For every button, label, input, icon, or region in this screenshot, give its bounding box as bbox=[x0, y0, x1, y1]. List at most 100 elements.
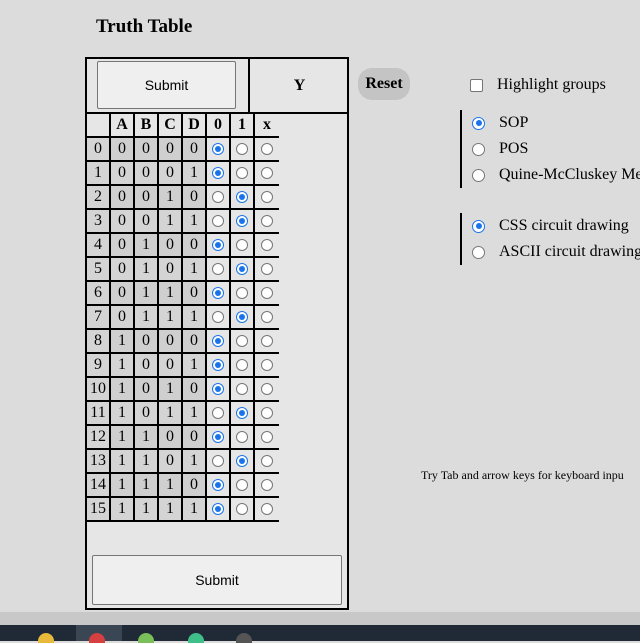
drawing-radio[interactable] bbox=[472, 245, 485, 259]
output-radio-0[interactable] bbox=[212, 407, 224, 420]
output-radio-x[interactable] bbox=[261, 191, 273, 204]
output-radio-x[interactable] bbox=[261, 335, 273, 348]
output-radio-0[interactable] bbox=[212, 359, 224, 372]
output-radio-0[interactable] bbox=[212, 287, 224, 300]
folder-icon[interactable] bbox=[38, 633, 54, 643]
output-radio-1[interactable] bbox=[236, 143, 248, 156]
method-radio[interactable] bbox=[472, 142, 485, 156]
output-radio-x[interactable] bbox=[261, 215, 273, 228]
output-radio-0[interactable] bbox=[212, 335, 224, 348]
output-radio-x[interactable] bbox=[261, 431, 273, 444]
row-index: 2 bbox=[87, 186, 111, 210]
output-radio-1[interactable] bbox=[236, 479, 248, 492]
os-taskbar bbox=[0, 625, 640, 643]
method-radio[interactable] bbox=[472, 168, 485, 182]
submit-button-top[interactable]: Submit bbox=[97, 61, 236, 109]
output-radio-x[interactable] bbox=[261, 143, 273, 156]
input-cell: 0 bbox=[183, 282, 207, 306]
output-radio-0[interactable] bbox=[212, 431, 224, 444]
reset-button[interactable]: Reset bbox=[358, 68, 410, 100]
highlight-groups-option[interactable]: Highlight groups bbox=[470, 76, 606, 94]
output-radio-0[interactable] bbox=[212, 503, 224, 516]
output-radio-1[interactable] bbox=[236, 431, 248, 444]
highlight-groups-label: Highlight groups bbox=[497, 76, 606, 93]
method-option-pos[interactable]: POS bbox=[472, 136, 640, 162]
output-radio-0[interactable] bbox=[212, 383, 224, 396]
output-radio-x[interactable] bbox=[261, 239, 273, 252]
input-cell: 0 bbox=[159, 426, 183, 450]
browser-icon[interactable] bbox=[89, 633, 105, 643]
output-radio-1[interactable] bbox=[236, 407, 248, 420]
output-radio-x[interactable] bbox=[261, 263, 273, 276]
output-radio-0[interactable] bbox=[212, 479, 224, 492]
output-radio-0[interactable] bbox=[212, 311, 224, 324]
truth-table-body: 0000010001200103001140100501016011070111… bbox=[87, 138, 279, 522]
output-radio-x[interactable] bbox=[261, 287, 273, 300]
output-radio-1[interactable] bbox=[236, 503, 248, 516]
input-cell: 1 bbox=[159, 402, 183, 426]
table-row: 10001 bbox=[87, 162, 279, 186]
drawing-label: ASCII circuit drawing bbox=[499, 243, 640, 260]
submit-button-bottom[interactable]: Submit bbox=[92, 555, 342, 605]
output-radio-1[interactable] bbox=[236, 287, 248, 300]
output-radio-0[interactable] bbox=[212, 215, 224, 228]
output-radio-x[interactable] bbox=[261, 383, 273, 396]
output-radio-x[interactable] bbox=[261, 479, 273, 492]
output-radio-1[interactable] bbox=[236, 455, 248, 468]
output-cell bbox=[231, 186, 255, 210]
input-cell: 0 bbox=[183, 474, 207, 498]
input-cell: 0 bbox=[111, 282, 135, 306]
row-index: 9 bbox=[87, 354, 111, 378]
output-radio-1[interactable] bbox=[236, 191, 248, 204]
terminal-icon[interactable] bbox=[236, 633, 252, 643]
row-index: 15 bbox=[87, 498, 111, 522]
output-cell bbox=[207, 378, 231, 402]
output-radio-0[interactable] bbox=[212, 167, 224, 180]
output-radio-0[interactable] bbox=[212, 191, 224, 204]
output-radio-0[interactable] bbox=[212, 239, 224, 252]
app-icon[interactable] bbox=[138, 633, 154, 643]
drawing-radio[interactable] bbox=[472, 219, 485, 233]
output-header: Y bbox=[248, 59, 349, 112]
input-cell: 1 bbox=[159, 282, 183, 306]
method-option-sop[interactable]: SOP bbox=[472, 110, 640, 136]
row-index: 5 bbox=[87, 258, 111, 282]
output-cell bbox=[207, 162, 231, 186]
output-radio-0[interactable] bbox=[212, 143, 224, 156]
output-radio-1[interactable] bbox=[236, 215, 248, 228]
output-cell bbox=[231, 474, 255, 498]
output-radio-x[interactable] bbox=[261, 503, 273, 516]
output-cell bbox=[207, 402, 231, 426]
output-radio-1[interactable] bbox=[236, 263, 248, 276]
output-radio-x[interactable] bbox=[261, 167, 273, 180]
drawing-option-ascii[interactable]: ASCII circuit drawing bbox=[472, 239, 640, 265]
table-row: 91001 bbox=[87, 354, 279, 378]
output-radio-x[interactable] bbox=[261, 407, 273, 420]
output-radio-1[interactable] bbox=[236, 167, 248, 180]
output-radio-1[interactable] bbox=[236, 359, 248, 372]
input-cell: 1 bbox=[159, 474, 183, 498]
output-radio-0[interactable] bbox=[212, 263, 224, 276]
drawing-option-css[interactable]: CSS circuit drawing bbox=[472, 213, 640, 239]
chat-icon[interactable] bbox=[188, 633, 204, 643]
output-radio-1[interactable] bbox=[236, 311, 248, 324]
output-radio-1[interactable] bbox=[236, 383, 248, 396]
output-radio-x[interactable] bbox=[261, 311, 273, 324]
output-radio-1[interactable] bbox=[236, 239, 248, 252]
output-radio-0[interactable] bbox=[212, 455, 224, 468]
input-cell: 0 bbox=[159, 354, 183, 378]
input-cell: 1 bbox=[183, 210, 207, 234]
input-cell: 0 bbox=[135, 186, 159, 210]
method-radio[interactable] bbox=[472, 116, 485, 130]
method-option-quine-mccluskey[interactable]: Quine-McCluskey Me bbox=[472, 162, 640, 188]
horizontal-scrollbar[interactable] bbox=[0, 612, 640, 625]
output-cell bbox=[231, 234, 255, 258]
input-cell: 1 bbox=[159, 498, 183, 522]
output-radio-x[interactable] bbox=[261, 359, 273, 372]
highlight-groups-checkbox[interactable] bbox=[470, 78, 483, 92]
output-radio-1[interactable] bbox=[236, 335, 248, 348]
input-cell: 1 bbox=[183, 402, 207, 426]
input-cell: 0 bbox=[135, 138, 159, 162]
table-row: 30011 bbox=[87, 210, 279, 234]
output-radio-x[interactable] bbox=[261, 455, 273, 468]
